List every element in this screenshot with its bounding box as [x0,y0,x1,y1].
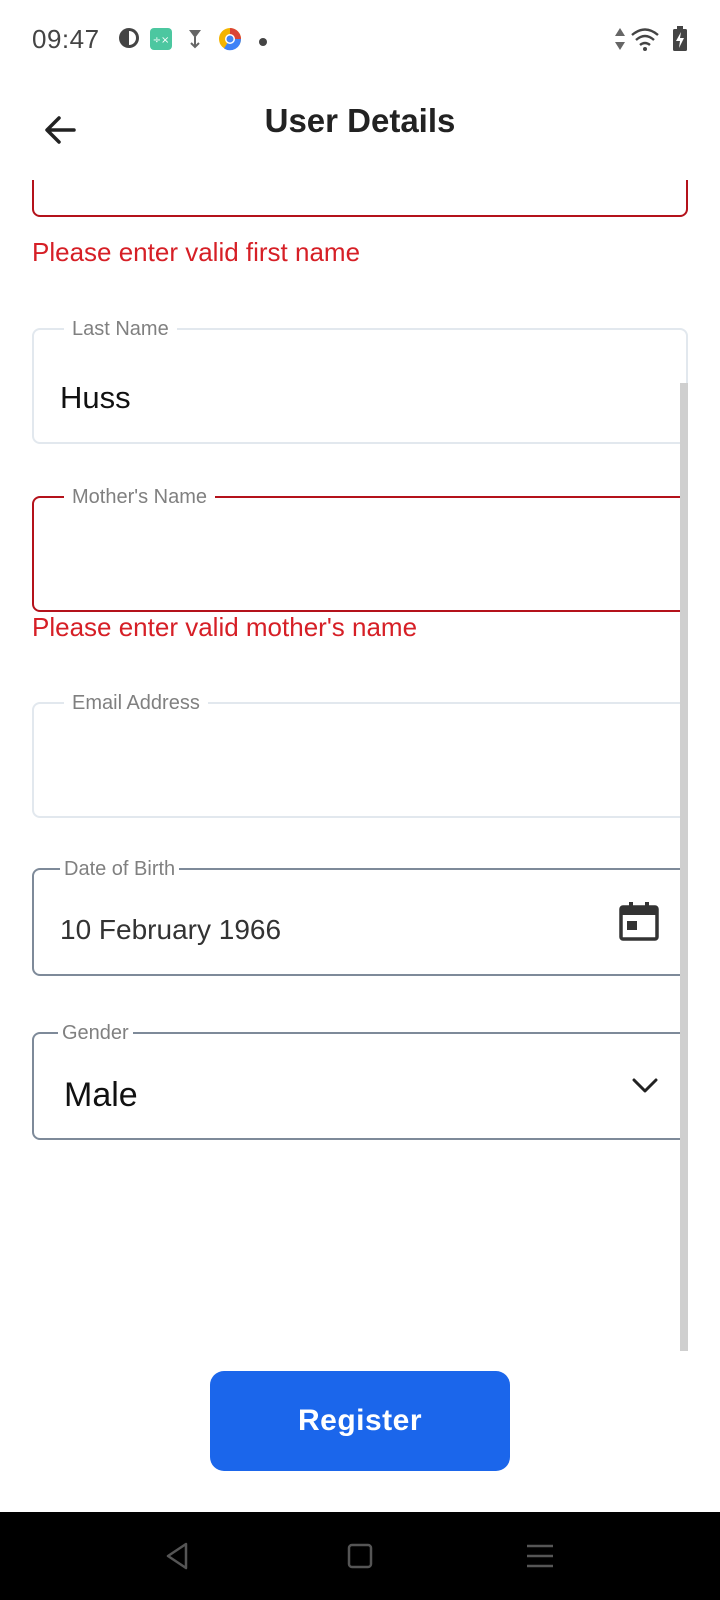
mothers-name-label: Mother's Name [64,486,215,508]
menu-lines-icon[interactable] [520,1536,560,1576]
date-of-birth-field[interactable]: Date of Birth 10 February 1966 [32,858,688,976]
status-bar: 09:47 ÷× [0,0,720,80]
page-title: User Details [264,102,456,139]
scrollbar[interactable] [680,383,688,1351]
chevron-down-icon[interactable] [630,1074,660,1098]
date-of-birth-label: Date of Birth [60,858,180,880]
home-square-icon[interactable] [340,1536,380,1576]
calculator-app-icon: ÷× [150,28,172,55]
battery-charging-icon [672,26,688,57]
gender-value: Male [64,1076,138,1114]
dot-icon [258,34,268,52]
system-nav-bar [0,1512,720,1600]
data-arrows-icon [614,26,626,57]
download-icon [186,27,204,54]
chrome-like-icon [218,27,242,56]
app-header: User Details [0,80,720,180]
email-field[interactable]: Email Address [32,692,688,818]
wifi-icon [630,26,660,57]
register-button[interactable]: Register [210,1371,510,1471]
first-name-field[interactable] [32,180,688,217]
gender-select[interactable]: Gender Male [32,1022,688,1140]
back-triangle-icon[interactable] [158,1536,198,1576]
first-name-error: Please enter valid first name [32,237,361,267]
form-scroll-area[interactable]: Please enter valid first name Last Name … [0,180,720,1350]
mothers-name-error: Please enter valid mother's name [32,612,418,642]
svg-text:÷×: ÷× [153,35,170,46]
status-time: 09:47 [32,24,100,54]
date-of-birth-value: 10 February 1966 [60,914,282,945]
email-label: Email Address [64,692,208,714]
last-name-label: Last Name [64,318,177,340]
mothers-name-field[interactable]: Mother's Name [32,486,688,612]
gender-label: Gender [58,1022,133,1044]
last-name-value: Huss [60,380,131,415]
last-name-field[interactable]: Last Name Huss [32,318,688,444]
pie-icon [118,27,140,54]
calendar-icon[interactable] [618,900,660,942]
